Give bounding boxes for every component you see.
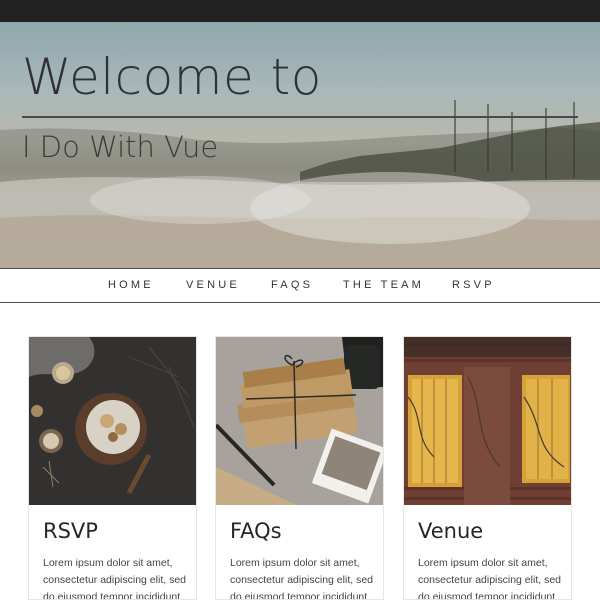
main-nav: HOME VENUE FAQS THE TEAM RSVP bbox=[0, 268, 600, 303]
venue-card-text: Lorem ipsum dolor sit amet, consectetur … bbox=[418, 557, 561, 600]
hero-banner: Welcome to I Do With Vue bbox=[0, 22, 600, 268]
nav-faqs-link[interactable]: FAQS bbox=[271, 279, 313, 291]
faqs-card-text: Lorem ipsum dolor sit amet, consectetur … bbox=[230, 557, 373, 600]
faqs-card-image bbox=[216, 337, 383, 505]
faqs-card[interactable]: FAQs Lorem ipsum dolor sit amet, consect… bbox=[215, 336, 384, 600]
nav-the-team-link[interactable]: THE TEAM bbox=[343, 279, 424, 291]
faqs-card-title: FAQs bbox=[230, 519, 282, 543]
rsvp-card-title: RSVP bbox=[43, 519, 98, 543]
hero-subtitle: I Do With Vue bbox=[22, 130, 219, 164]
hero-divider bbox=[22, 116, 578, 118]
venue-card-title: Venue bbox=[418, 519, 484, 543]
top-bar bbox=[0, 0, 600, 22]
rsvp-card[interactable]: RSVP Lorem ipsum dolor sit amet, consect… bbox=[28, 336, 197, 600]
hero-title: Welcome to bbox=[22, 48, 322, 106]
nav-venue-link[interactable]: VENUE bbox=[186, 279, 240, 291]
rsvp-card-text: Lorem ipsum dolor sit amet, consectetur … bbox=[43, 557, 186, 600]
nav-rsvp-link[interactable]: RSVP bbox=[452, 279, 495, 291]
venue-card[interactable]: Venue Lorem ipsum dolor sit amet, consec… bbox=[403, 336, 572, 600]
venue-card-image bbox=[404, 337, 571, 505]
nav-home-link[interactable]: HOME bbox=[108, 279, 154, 291]
rsvp-card-image bbox=[29, 337, 196, 505]
